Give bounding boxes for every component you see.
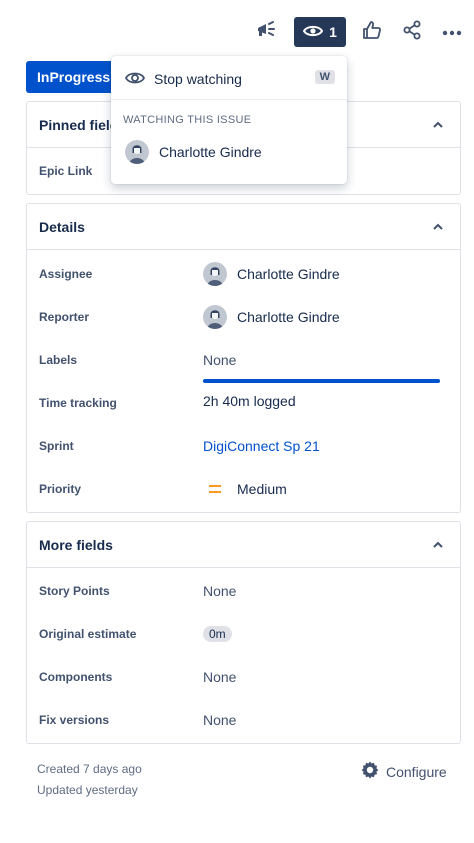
watch-count: 1 — [329, 24, 337, 40]
field-label: Sprint — [39, 439, 74, 453]
field-row-priority: Priority Medium — [27, 477, 460, 501]
field-row-assignee: Assignee Charlotte Gindre — [27, 262, 460, 286]
updated-timestamp: Updated yesterday — [37, 783, 138, 797]
fix-versions-value[interactable]: None — [203, 712, 236, 728]
divider — [111, 99, 347, 100]
field-label: Time tracking — [39, 396, 117, 410]
watcher-name: Charlotte Gindre — [159, 144, 262, 160]
gear-icon — [360, 760, 380, 783]
field-label: Original estimate — [39, 627, 137, 641]
more-fields-header[interactable]: More fields — [27, 522, 460, 568]
original-estimate-value[interactable]: 0m — [203, 626, 232, 642]
chevron-up-icon[interactable] — [428, 535, 448, 555]
stop-watching-item[interactable]: Stop watching W — [111, 68, 347, 90]
avatar — [125, 140, 149, 164]
eye-icon — [302, 24, 324, 41]
priority-label: Medium — [237, 481, 287, 497]
like-button[interactable] — [358, 17, 386, 47]
field-label: Priority — [39, 482, 82, 496]
details-header[interactable]: Details — [27, 204, 460, 250]
field-row-original-estimate: Original estimate 0m — [27, 622, 460, 646]
components-value[interactable]: None — [203, 669, 236, 685]
field-label: Story Points — [39, 584, 110, 598]
field-row-components: Components None — [27, 665, 460, 689]
priority-medium-icon — [203, 484, 227, 494]
time-tracking-progress-bar[interactable] — [203, 379, 440, 383]
megaphone-icon — [255, 20, 277, 45]
details-title: Details — [39, 218, 85, 235]
more-fields-panel: More fields Story Points None Original e… — [26, 521, 461, 744]
field-label: Epic Link — [39, 164, 93, 178]
reporter-value[interactable]: Charlotte Gindre — [203, 305, 340, 329]
field-row-sprint: Sprint DigiConnect Sp 21 — [27, 434, 460, 458]
more-fields-title: More fields — [39, 536, 113, 553]
field-row-fix-versions: Fix versions None — [27, 708, 460, 732]
issue-toolbar: 1 — [0, 17, 474, 47]
field-row-time-tracking: Time tracking 2h 40m logged — [27, 379, 460, 415]
avatar — [203, 305, 227, 329]
story-points-value[interactable]: None — [203, 583, 236, 599]
chevron-up-icon[interactable] — [428, 217, 448, 237]
created-timestamp: Created 7 days ago — [37, 762, 142, 776]
thumbs-up-icon — [362, 20, 382, 45]
field-label: Labels — [39, 353, 78, 367]
sprint-link[interactable]: DigiConnect Sp 21 — [203, 438, 320, 454]
stop-watching-label: Stop watching — [154, 71, 242, 87]
field-row-story-points: Story Points None — [27, 579, 460, 603]
priority-value[interactable]: Medium — [203, 481, 287, 497]
field-label: Assignee — [39, 267, 93, 281]
more-icon — [442, 23, 462, 41]
field-row-labels: Labels None — [27, 348, 460, 372]
field-label: Components — [39, 670, 113, 684]
feedback-button[interactable] — [252, 17, 280, 47]
share-button[interactable] — [398, 17, 426, 47]
configure-button[interactable]: Configure — [360, 760, 447, 783]
configure-label: Configure — [386, 763, 447, 780]
status-label: InProgress — [37, 69, 111, 85]
assignee-value[interactable]: Charlotte Gindre — [203, 262, 340, 286]
status-button[interactable]: InProgress — [26, 61, 116, 93]
chevron-up-icon[interactable] — [428, 115, 448, 135]
watchers-section-title: WATCHING THIS ISSUE — [123, 114, 252, 126]
details-panel: Details Assignee Charlotte Gindre Report… — [26, 203, 461, 513]
reporter-name: Charlotte Gindre — [237, 309, 340, 325]
more-actions-button[interactable] — [438, 17, 466, 47]
field-label: Reporter — [39, 310, 90, 324]
watcher-item[interactable]: Charlotte Gindre — [125, 140, 262, 164]
watch-button[interactable]: 1 — [294, 17, 346, 47]
estimate-lozenge: 0m — [203, 626, 232, 642]
watch-dropdown: Stop watching W WATCHING THIS ISSUE Char… — [111, 56, 347, 184]
assignee-name: Charlotte Gindre — [237, 266, 340, 282]
time-tracking-value[interactable]: 2h 40m logged — [203, 393, 296, 409]
field-label: Fix versions — [39, 713, 110, 727]
eye-icon — [124, 70, 146, 91]
avatar — [203, 262, 227, 286]
keyboard-shortcut: W — [314, 70, 335, 84]
field-row-reporter: Reporter Charlotte Gindre — [27, 305, 460, 329]
labels-value[interactable]: None — [203, 352, 236, 368]
share-icon — [402, 20, 422, 45]
